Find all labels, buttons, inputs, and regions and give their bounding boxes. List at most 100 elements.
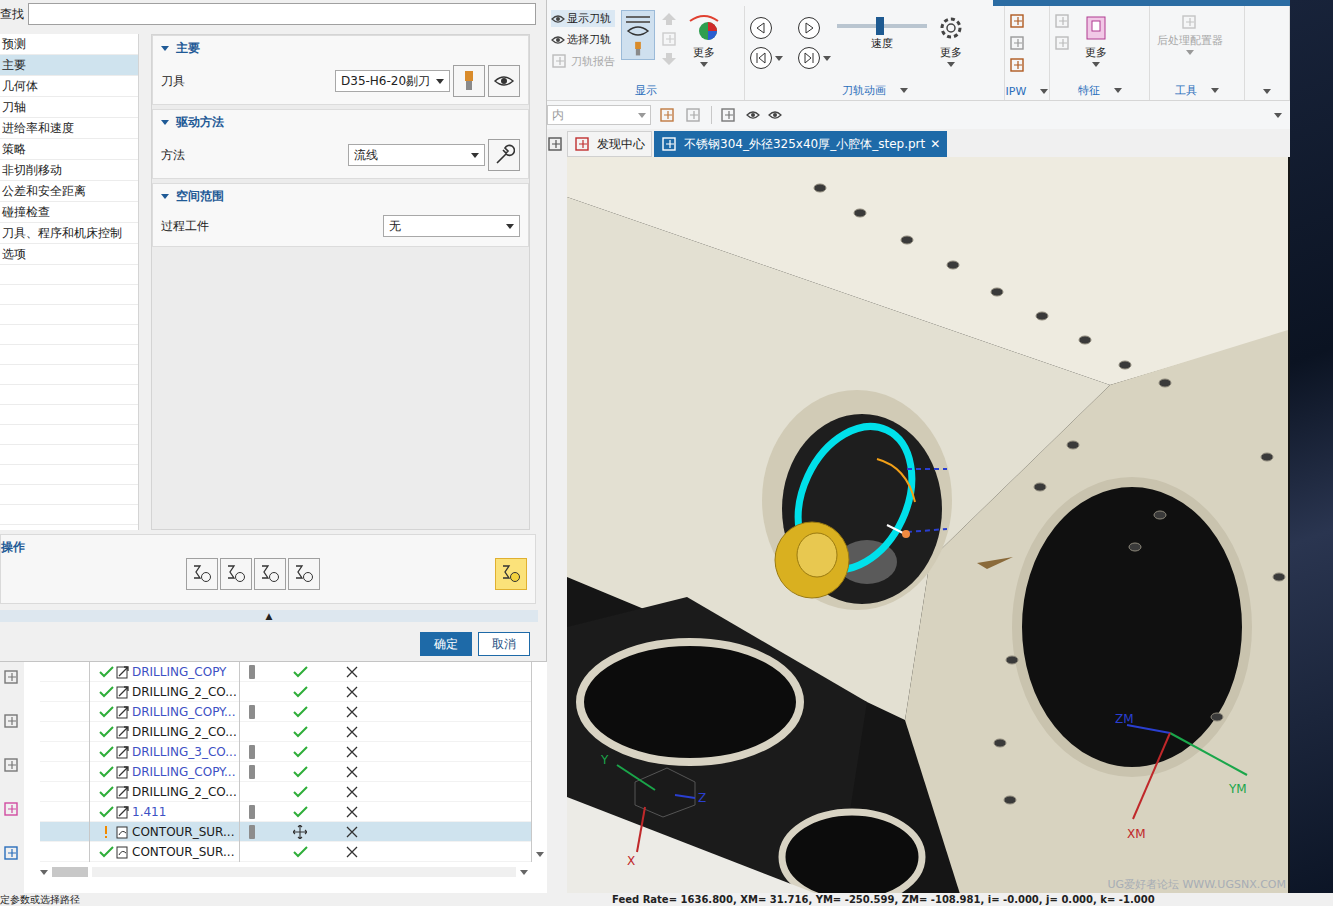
close-tab-button[interactable]: ✕ [930, 137, 940, 151]
section-header[interactable]: 驱动方法 [153, 110, 528, 135]
navigator-row[interactable]: DRILLING_2_CO... [40, 722, 532, 742]
nav-item[interactable]: 主要 [0, 55, 138, 76]
history-icon [3, 668, 21, 686]
scroll-thumb[interactable] [52, 867, 88, 877]
collapse-bar[interactable]: ▲ [0, 610, 538, 622]
navigator-row[interactable]: CONTOUR_SUR... [40, 822, 532, 842]
nav-item[interactable]: 公差和安全距离 [0, 181, 138, 202]
edit-display-icon [493, 70, 515, 92]
operation-button[interactable] [254, 558, 286, 590]
operation-icon [500, 563, 522, 585]
nav-fill [0, 265, 138, 530]
group-menu-caret[interactable] [1114, 88, 1122, 93]
generated-check-icon [293, 666, 308, 678]
search-input[interactable] [28, 3, 536, 25]
tool-assigned-icon [248, 704, 256, 720]
generated-check-icon [99, 686, 114, 698]
animation-more-button[interactable]: 更多 [933, 10, 969, 70]
operation-button[interactable] [288, 558, 320, 590]
tree-indent [40, 842, 98, 862]
operation-button[interactable] [186, 558, 218, 590]
document-tab[interactable]: 发现中心 [567, 131, 652, 157]
navigator-row[interactable]: 1.411 [40, 802, 532, 822]
nav-item[interactable]: 碰撞检查 [0, 202, 138, 223]
path-display-toggle[interactable] [621, 10, 655, 60]
speed-slider[interactable]: 速度 [837, 10, 927, 51]
nav-item[interactable]: 刀轴 [0, 97, 138, 118]
features-more-button[interactable]: 更多 [1078, 10, 1114, 70]
field-select[interactable]: D35-H6-20剔刀 [335, 70, 450, 92]
section-header[interactable]: 空间范围 [153, 184, 528, 209]
operation-button[interactable] [495, 558, 527, 590]
watermark: UG爱好者论坛 WWW.UGSNX.COM [1107, 877, 1286, 892]
postprocessor-button[interactable]: 后处理配置器 [1154, 10, 1226, 58]
group-menu-caret[interactable] [1040, 89, 1048, 94]
graphics-viewport[interactable]: ZMYMXMYZXUG爱好者论坛 WWW.UGSNX.COM [567, 157, 1290, 893]
operation-icon [259, 563, 281, 585]
navigator-row[interactable]: CONTOUR_SUR... [40, 842, 532, 862]
field-select[interactable]: 无 [383, 215, 520, 237]
dialog-section: 驱动方法方法流线 [152, 109, 529, 179]
generated-check-icon [99, 766, 114, 778]
operations-section: 操作 [0, 534, 536, 604]
tools-group: 后处理配置器工具 [1150, 6, 1245, 100]
display-more-button[interactable]: 更多 [685, 10, 723, 70]
navigator-row[interactable]: DRILLING_2_CO... [40, 682, 532, 702]
cancel-button[interactable]: 取消 [478, 632, 530, 656]
navigator-row[interactable]: DRILLING_2_CO... [40, 782, 532, 802]
ribbon-small-button[interactable]: 显示刀轨 [551, 10, 615, 27]
nav-item[interactable]: 预测 [0, 34, 138, 55]
drill-operation-icon [115, 784, 131, 800]
not-output-icon [346, 786, 358, 798]
group-menu-caret[interactable] [900, 88, 908, 93]
tree-indent [40, 762, 98, 782]
nav-item[interactable]: 选项 [0, 244, 138, 265]
operation-button[interactable] [220, 558, 252, 590]
vertical-scrollbar[interactable] [532, 662, 547, 893]
not-output-icon [346, 686, 358, 698]
operation-name: CONTOUR_SUR... [132, 845, 236, 859]
generated-check-icon [293, 846, 308, 858]
field-select[interactable]: 流线 [348, 144, 485, 166]
feature-add-icon [1054, 34, 1072, 52]
search-row: 查找 [0, 0, 546, 28]
group-menu-caret[interactable] [1263, 89, 1271, 94]
tree-indent [40, 662, 98, 682]
nav-item[interactable]: 刀具、程序和机床控制 [0, 223, 138, 244]
section-header[interactable]: 主要 [153, 36, 528, 61]
ok-button[interactable]: 确定 [420, 632, 472, 656]
edit-tool-button[interactable] [488, 65, 520, 97]
ipw-settings-icon [1009, 56, 1027, 74]
filter-dropdown[interactable]: 内 [547, 105, 651, 125]
nav-item[interactable]: 非切削移动 [0, 160, 138, 181]
nav-item[interactable]: 几何体 [0, 76, 138, 97]
process-icon [3, 844, 21, 862]
slider-track[interactable] [837, 24, 927, 28]
operation-name: DRILLING_2_CO... [132, 785, 236, 799]
document-tab[interactable]: 不锈钢304_外径325x40厚_小腔体_step.prt✕ [654, 131, 947, 157]
edit-method-button[interactable] [488, 139, 520, 171]
horizontal-scrollbar[interactable] [40, 864, 532, 880]
hide-icon [768, 108, 782, 122]
toolbar-menu-caret[interactable] [1274, 113, 1282, 118]
navigator-row[interactable]: DRILLING_3_CO... [40, 742, 532, 762]
slider-thumb[interactable] [876, 17, 884, 35]
ribbon: 显示刀轨选择刀轨刀轨报告更多显示速度更多刀轨动画IPW更多特征后处理配置器工具 [547, 6, 1290, 101]
navigator-row[interactable]: DRILLING_COPY... [40, 762, 532, 782]
svg-text:X: X [627, 854, 635, 868]
ipw-group: IPW [1005, 6, 1050, 100]
dialog-body: 预测主要几何体刀轴进给率和速度策略非切削移动公差和安全距离碰撞检查刀具、程序和机… [0, 28, 546, 530]
group-menu-caret[interactable] [1211, 88, 1219, 93]
operations-title: 操作 [1, 535, 535, 558]
dialog-buttons: 确定取消 [0, 622, 546, 661]
ribbon-small-button[interactable]: 选择刀轨 [551, 31, 615, 48]
navigator-row[interactable]: DRILLING_COPY [40, 662, 532, 682]
nav-item[interactable]: 策略 [0, 139, 138, 160]
scroll-right-icon [520, 870, 528, 875]
nav-item[interactable]: 进给率和速度 [0, 118, 138, 139]
new-tool-button[interactable] [453, 65, 485, 97]
tree-indent [40, 742, 98, 762]
ribbon-small-button[interactable]: 刀轨报告 [551, 52, 615, 70]
part-model-drawing[interactable]: ZMYMXMYZX [567, 157, 1288, 893]
navigator-row[interactable]: DRILLING_COPY... [40, 702, 532, 722]
